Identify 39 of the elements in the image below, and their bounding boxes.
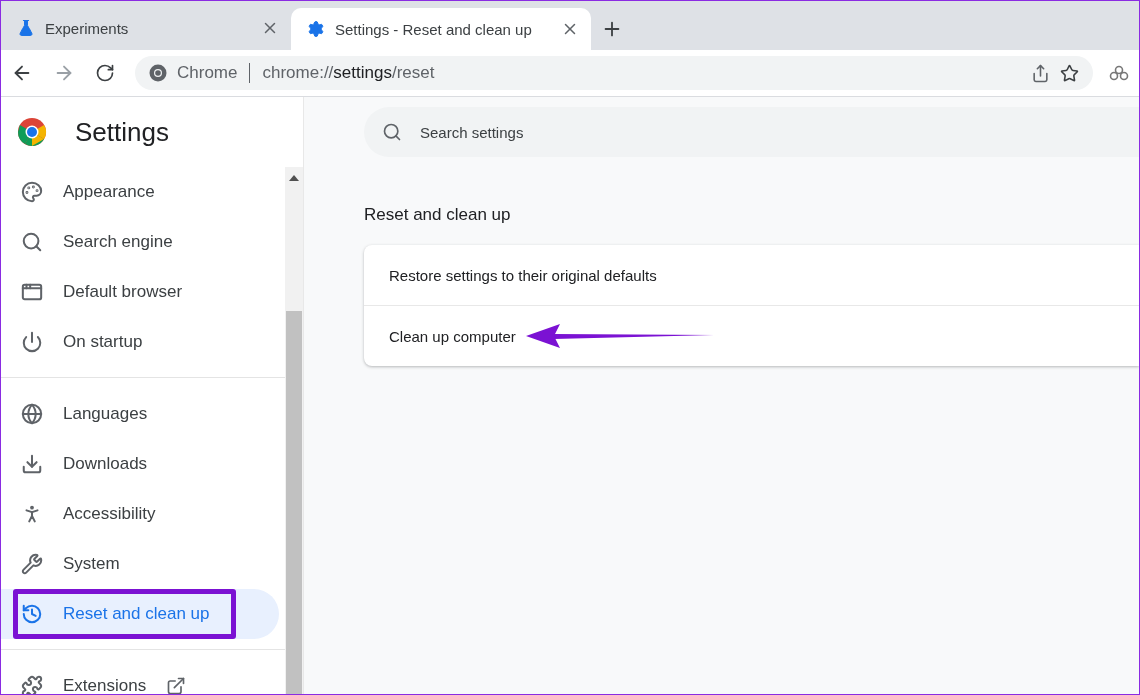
site-label: Chrome bbox=[177, 63, 238, 83]
download-icon bbox=[21, 453, 43, 475]
nav-item[interactable]: Extensions bbox=[1, 661, 279, 694]
star-icon[interactable] bbox=[1060, 63, 1079, 83]
browser-window-icon bbox=[21, 281, 43, 303]
section-title: Reset and clean up bbox=[364, 205, 512, 225]
search-icon bbox=[382, 122, 402, 142]
search-field[interactable]: Search settings bbox=[364, 107, 1139, 157]
nav-item[interactable]: Languages bbox=[1, 389, 279, 439]
puzzle-icon bbox=[21, 675, 43, 694]
nav-item[interactable]: Search engine bbox=[1, 217, 279, 267]
palette-icon bbox=[21, 181, 43, 203]
nav-item[interactable]: On startup bbox=[1, 317, 279, 367]
address-bar[interactable]: Chrome chrome://settings/reset bbox=[135, 56, 1093, 90]
nav-item[interactable]: Appearance bbox=[1, 167, 279, 217]
nav-item[interactable]: Reset and clean up bbox=[1, 589, 279, 639]
share-icon[interactable] bbox=[1031, 63, 1050, 83]
reload-icon[interactable] bbox=[95, 63, 115, 83]
url-text: chrome://settings/reset bbox=[262, 63, 435, 83]
flask-icon bbox=[17, 19, 35, 37]
globe-icon bbox=[21, 403, 43, 425]
history-icon bbox=[21, 603, 43, 625]
wrench-icon bbox=[21, 553, 43, 575]
nav-item[interactable]: System bbox=[1, 539, 279, 589]
nav-item[interactable]: Downloads bbox=[1, 439, 279, 489]
settings-icon bbox=[307, 20, 325, 38]
settings-title: Settings bbox=[75, 116, 169, 148]
browser-tab[interactable]: Experiments bbox=[1, 8, 291, 48]
chrome-icon bbox=[149, 64, 167, 82]
browser-tab[interactable]: Settings - Reset and clean up bbox=[291, 8, 591, 50]
power-icon bbox=[21, 331, 43, 353]
settings-row[interactable]: Clean up computer bbox=[364, 305, 1139, 366]
chrome-logo-icon bbox=[17, 117, 47, 147]
nav-item[interactable]: Default browser bbox=[1, 267, 279, 317]
external-link-icon bbox=[166, 676, 187, 694]
search-icon bbox=[21, 231, 43, 253]
scrollbar[interactable] bbox=[285, 167, 303, 694]
nav-item[interactable]: Accessibility bbox=[1, 489, 279, 539]
settings-row[interactable]: Restore settings to their original defaults bbox=[364, 245, 1139, 305]
